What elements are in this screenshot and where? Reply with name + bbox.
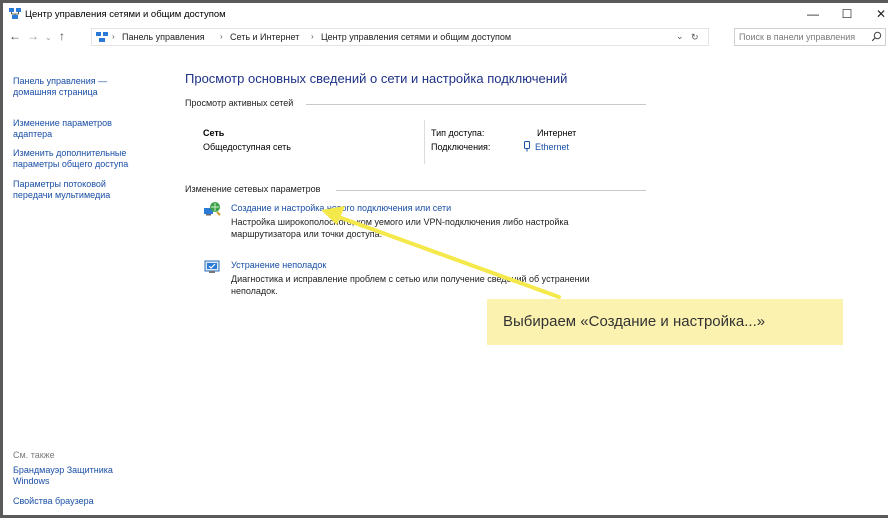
sidebar-link-sharing-settings[interactable]: Изменить дополнительные параметры общего… <box>13 148 163 170</box>
access-type-label: Тип доступа: <box>431 128 485 138</box>
minimize-button[interactable]: — <box>795 3 831 25</box>
troubleshoot-description: Диагностика и исправление проблем с сеть… <box>231 273 590 297</box>
sidebar-link-line: Параметры потоковой <box>13 179 106 189</box>
network-type[interactable]: Общедоступная сеть <box>203 142 291 152</box>
sidebar-link-line: параметры общего доступа <box>13 159 129 169</box>
search-box[interactable] <box>734 28 886 46</box>
control-panel-icon <box>96 32 108 42</box>
page-title: Просмотр основных сведений о сети и наст… <box>185 71 568 86</box>
arrow-left-icon[interactable]: ← <box>9 30 21 42</box>
access-type-value: Интернет <box>537 128 577 138</box>
breadcrumb[interactable]: › Панель управления › Сеть и Интернет › … <box>91 28 709 46</box>
sidebar-link-line: Панель управления — <box>13 76 108 86</box>
description-line: неполадок. <box>231 286 278 296</box>
active-networks-heading: Просмотр активных сетей <box>185 98 294 108</box>
sidebar-link-line: Изменить дополнительные <box>13 148 127 158</box>
description-line: маршрутизатора или точки доступа. <box>231 229 383 239</box>
annotation-callout: Выбираем «Создание и настройка...» <box>487 299 843 345</box>
sidebar-link-adapter-settings[interactable]: Изменение параметров адаптера <box>13 118 163 140</box>
breadcrumb-network-center[interactable]: Центр управления сетями и общим доступом <box>321 32 511 42</box>
sidebar-link-media-streaming[interactable]: Параметры потоковой передачи мультимедиа <box>13 179 163 201</box>
connections-label: Подключения: <box>431 142 491 152</box>
description-line: Настройка широкополосного, ком уемого ил… <box>231 217 569 227</box>
window-title: Центр управления сетями и общим доступом <box>25 9 226 20</box>
title-bar: Центр управления сетями и общим доступом… <box>3 3 888 25</box>
annotation-callout-text: Выбираем «Создание и настройка...» <box>503 313 766 330</box>
arrow-right-icon[interactable]: → <box>27 30 39 42</box>
network-center-window: Центр управления сетями и общим доступом… <box>3 3 888 515</box>
sidebar-link-home[interactable]: Панель управления — домашняя страница <box>13 76 163 98</box>
dropdown-chevron-icon[interactable]: ⌄ <box>676 31 684 42</box>
create-connection-description: Настройка широкополосного, ком уемого ил… <box>231 216 569 240</box>
maximize-button[interactable]: ☐ <box>829 3 865 25</box>
description-line: Диагностика и исправление проблем с сеть… <box>231 274 590 284</box>
network-name: Сеть <box>203 128 225 138</box>
chevron-down-icon[interactable]: ⌄ <box>45 32 52 44</box>
ethernet-connection-link[interactable]: Ethernet <box>535 142 569 152</box>
breadcrumb-separator: › <box>112 32 115 41</box>
sidebar-link-line: домашняя страница <box>13 87 98 97</box>
sidebar-link-browser-properties[interactable]: Свойства браузера <box>13 496 163 507</box>
sidebar-link-line: Windows <box>13 476 50 486</box>
sidebar-link-line: адаптера <box>13 129 53 139</box>
breadcrumb-control-panel[interactable]: Панель управления <box>122 32 205 42</box>
sidebar-link-line: передачи мультимедиа <box>13 190 111 200</box>
vertical-divider <box>424 120 425 164</box>
network-center-icon <box>9 8 21 19</box>
sidebar-link-line: Изменение параметров <box>13 118 112 128</box>
close-button[interactable]: ✕ <box>863 3 888 25</box>
section-divider <box>336 190 646 191</box>
address-bar: ← → ⌄ ↑ › Панель управления › Сеть и Инт… <box>3 25 888 49</box>
sidebar-link-firewall[interactable]: Брандмауэр Защитника Windows <box>13 465 163 487</box>
change-settings-heading: Изменение сетевых параметров <box>185 184 321 194</box>
search-input[interactable] <box>739 30 867 44</box>
ethernet-icon <box>524 141 530 152</box>
refresh-icon[interactable]: ↻ <box>691 32 699 43</box>
breadcrumb-network-internet[interactable]: Сеть и Интернет <box>230 32 299 42</box>
arrow-up-icon[interactable]: ↑ <box>59 30 65 42</box>
breadcrumb-separator: › <box>220 32 223 41</box>
troubleshoot-link[interactable]: Устранение неполадок <box>231 260 326 270</box>
troubleshoot-icon <box>204 260 220 273</box>
sidebar-link-line: Брандмауэр Защитника <box>13 465 113 475</box>
section-divider <box>306 104 646 105</box>
network-setup-icon <box>204 202 221 216</box>
sidebar-link-line: Свойства браузера <box>13 496 94 506</box>
create-connection-link[interactable]: Создание и настройка нового подключения … <box>231 203 451 213</box>
breadcrumb-separator: › <box>311 32 314 41</box>
see-also-label: См. также <box>13 450 55 460</box>
search-icon[interactable] <box>871 31 882 42</box>
